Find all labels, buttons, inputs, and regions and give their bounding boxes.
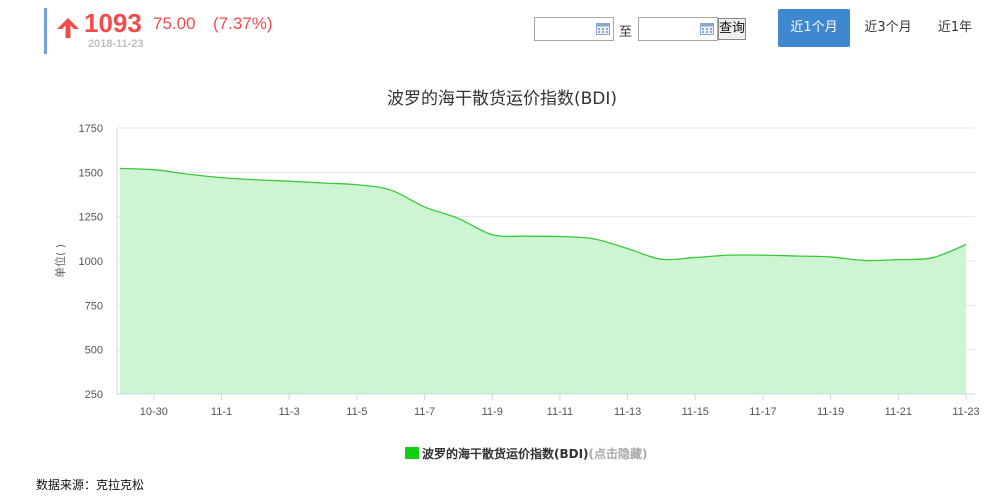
y-axis-label: 单位( ) [53, 244, 67, 278]
bdi-chart: 2505007501000125015001750 10-30 11-1 11-3 1… [53, 123, 980, 418]
legend-hide-hint: (点击隐藏) [588, 447, 648, 461]
y-tick-label: 500 [85, 345, 103, 357]
x-tick-label: 11-5 [346, 406, 367, 418]
y-tick-label: 1750 [79, 123, 103, 135]
x-tick-label: 10-30 [140, 406, 168, 418]
data-source: 数据来源：克拉克松 [36, 478, 145, 492]
x-tick-label: 11-21 [885, 406, 912, 418]
x-tick-label: 11-7 [414, 406, 435, 418]
y-axis-ticks: 250 500 750 1000 1250 1500 1750 [79, 123, 103, 401]
x-axis-ticks: 10-30 11-1 11-3 11-5 11-7 11-9 11-11 11-13 11-15… [140, 394, 980, 418]
x-tick-label: 11-17 [749, 406, 776, 418]
x-tick-label: 11-13 [614, 406, 641, 418]
legend-label: 波罗的海干散货运价指数(BDI) [422, 447, 589, 461]
x-tick-label: 11-19 [817, 406, 844, 418]
x-tick-label: 11-9 [482, 406, 503, 418]
legend-swatch [405, 447, 419, 459]
x-tick-label: 11-23 [952, 406, 979, 418]
y-tick-label: 250 [85, 389, 103, 401]
y-tick-label: 1000 [79, 256, 103, 268]
series-area-fill [120, 168, 966, 394]
y-tick-label: 750 [85, 300, 103, 312]
x-tick-label: 11-15 [682, 406, 709, 418]
y-tick-label: 1500 [79, 167, 103, 179]
x-tick-label: 11-11 [547, 406, 574, 418]
x-tick-label: 11-3 [279, 406, 300, 418]
y-tick-label: 1250 [79, 212, 103, 224]
x-tick-label: 11-1 [211, 406, 232, 418]
chart-legend[interactable]: 波罗的海干散货运价指数(BDI)(点击隐藏) [405, 445, 648, 462]
